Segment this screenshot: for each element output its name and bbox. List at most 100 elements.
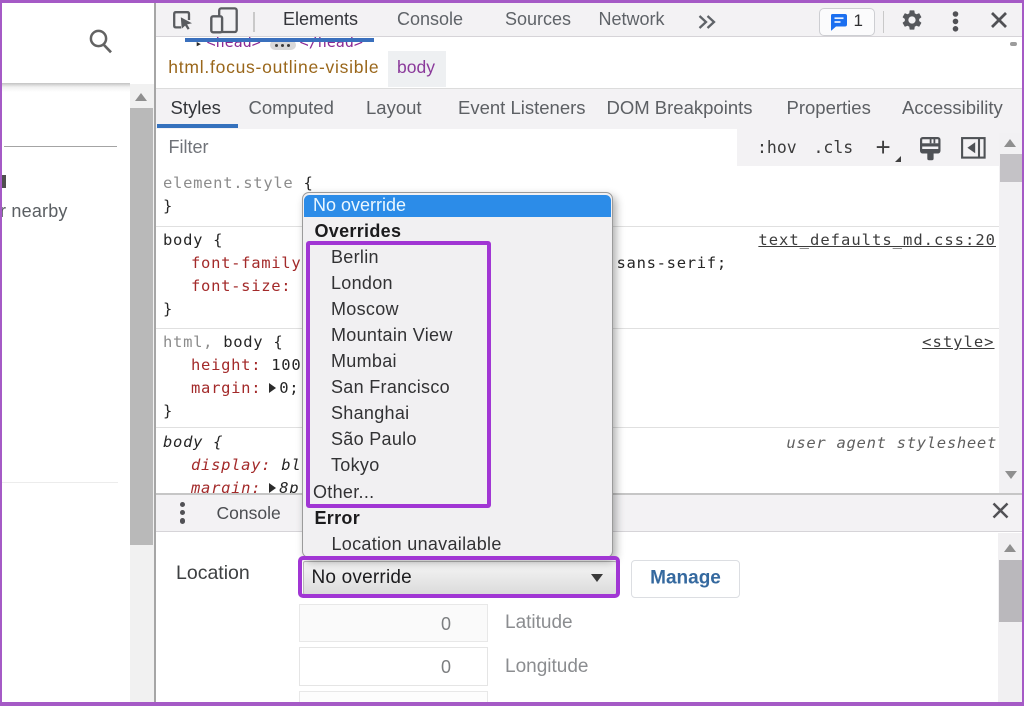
issues-count-label: 1 (854, 11, 863, 31)
property-name[interactable]: display: (191, 456, 271, 474)
property-name[interactable]: font-family (191, 254, 301, 272)
style-tag-link[interactable]: <style> (922, 333, 994, 351)
breadcrumb-html[interactable]: html.focus-outline-visible (168, 57, 379, 78)
breadcrumb-body[interactable]: body (397, 57, 435, 78)
rule-htmlbody-selector[interactable]: html, body { (163, 333, 283, 351)
styles-tab-underline (157, 124, 238, 129)
longitude-input[interactable]: 0 (299, 647, 488, 686)
latitude-input[interactable]: 0 (299, 604, 488, 642)
location-label: Location (176, 562, 250, 585)
selector-body: body (213, 333, 273, 351)
device-toolbar-icon[interactable] (210, 7, 239, 34)
page-scrollbar-thumb[interactable] (130, 108, 153, 545)
expand-triangle[interactable] (269, 383, 276, 393)
selector-element-style: element.style (163, 174, 303, 192)
manage-button[interactable]: Manage (631, 560, 740, 598)
brace-open: { (213, 231, 223, 249)
selector-html-gray: html, (163, 333, 213, 351)
property-value[interactable]: 100 (261, 356, 301, 374)
drawer-scrollbar-thumb[interactable] (999, 560, 1022, 622)
breadcrumb-bar: html.focus-outline-visible body (156, 50, 1022, 89)
toolbar-separator-2 (883, 11, 885, 33)
tab-accessibility[interactable]: Accessibility (902, 97, 1003, 119)
prop-height[interactable]: height: 100 (191, 356, 301, 374)
popup-selected-option[interactable]: No override (304, 195, 611, 217)
styles-scrollbar[interactable] (999, 133, 1022, 493)
inspect-icon[interactable] (172, 10, 194, 31)
annotation-rect-cities (306, 241, 491, 508)
hov-button[interactable]: :hov (757, 138, 797, 157)
property-value[interactable]: 0; (279, 379, 299, 397)
manage-button-label: Manage (650, 567, 721, 589)
page-header-shadow (0, 83, 130, 92)
drawer-scroll-up-arrow[interactable] (1004, 544, 1016, 552)
brace-open: { (213, 433, 223, 451)
prop-font-size[interactable]: font-size: (191, 277, 291, 295)
tab-elements[interactable]: Elements (283, 9, 358, 30)
tab-console[interactable]: Console (397, 9, 463, 30)
styles-scroll-down-arrow[interactable] (1005, 471, 1017, 479)
styles-scroll-up-arrow[interactable] (1004, 139, 1016, 147)
stylesheet-link[interactable]: text_defaults_md.css:20 (758, 231, 996, 249)
tab-event-listeners[interactable]: Event Listeners (458, 97, 586, 119)
property-name[interactable]: margin: (191, 479, 261, 493)
settings-gear-icon[interactable] (900, 8, 924, 32)
page-scrollbar[interactable] (130, 84, 154, 702)
page-partial-text: r nearby (0, 201, 68, 222)
search-icon[interactable] (87, 27, 114, 55)
new-style-rule-button[interactable]: + (876, 132, 891, 163)
drawer-menu-icon-dot (180, 510, 186, 516)
more-tabs-icon[interactable] (697, 14, 717, 30)
dom-ellipsis-pill[interactable] (270, 40, 296, 50)
rule-element-style[interactable]: element.style { (163, 174, 314, 192)
sidebar-tabs: Styles Computed Layout Event Listeners D… (156, 89, 1022, 129)
styles-scrollbar-thumb[interactable] (1000, 154, 1022, 182)
rule-close: } (163, 402, 173, 420)
page-divider-top (4, 146, 117, 147)
tab-styles[interactable]: Styles (171, 97, 221, 119)
property-name[interactable]: font-size: (191, 277, 291, 295)
tab-dom-breakpoints[interactable]: DOM Breakpoints (607, 97, 753, 119)
drawer-close-icon[interactable] (992, 502, 1009, 519)
issues-counter[interactable] (819, 8, 875, 36)
popup-item-label: Error (315, 508, 361, 529)
format-paint-icon[interactable] (920, 137, 941, 161)
new-style-rule-corner (895, 156, 901, 162)
property-name[interactable]: height: (191, 356, 261, 374)
brace-open: { (273, 333, 283, 351)
expand-triangle[interactable] (269, 483, 276, 493)
rule-body-selector[interactable]: body { (163, 231, 223, 249)
prop-margin[interactable]: margin: 0; (191, 379, 299, 397)
kebab-menu-icon[interactable] (951, 11, 960, 32)
prop-margin-ua[interactable]: margin: 8p (191, 479, 299, 493)
user-agent-stylesheet-label: user agent stylesheet (786, 434, 997, 452)
tab-network[interactable]: Network (599, 9, 665, 30)
frame-border-bottom (0, 702, 1024, 706)
page-scroll-up-arrow[interactable] (135, 93, 147, 101)
tab-computed[interactable]: Computed (249, 97, 334, 119)
rule-ua-body-selector[interactable]: body { (163, 433, 223, 451)
drawer-menu-icon-dot (180, 518, 186, 524)
cls-button[interactable]: .cls (814, 138, 854, 157)
drawer-scrollbar[interactable] (998, 533, 1022, 703)
tab-sources[interactable]: Sources (505, 9, 571, 30)
styles-filter-row: Filter :hov .cls + (156, 129, 1022, 168)
prop-display[interactable]: display: bl (191, 456, 301, 474)
filter-input[interactable]: Filter (156, 129, 737, 167)
property-name[interactable]: margin: (191, 379, 261, 397)
dom-scrollbar-dot (1010, 42, 1017, 47)
property-value[interactable]: bl (271, 456, 301, 474)
popup-option-location-unavailable[interactable]: Location unavailable (303, 531, 612, 557)
issues-message-icon (829, 13, 849, 33)
property-value[interactable]: 8p (279, 479, 299, 493)
tab-properties[interactable]: Properties (787, 97, 871, 119)
drawer-tab-console[interactable]: Console (217, 503, 281, 524)
filter-placeholder: Filter (169, 137, 209, 158)
sidebar-toggle-icon[interactable] (961, 137, 986, 159)
prop-font-family[interactable]: font-family (191, 254, 301, 272)
dom-selection-indicator (185, 38, 374, 42)
close-devtools-icon[interactable] (990, 11, 1008, 29)
drawer-menu-icon[interactable] (180, 502, 186, 508)
frame-border-left (0, 0, 2, 706)
tab-layout[interactable]: Layout (366, 97, 422, 119)
